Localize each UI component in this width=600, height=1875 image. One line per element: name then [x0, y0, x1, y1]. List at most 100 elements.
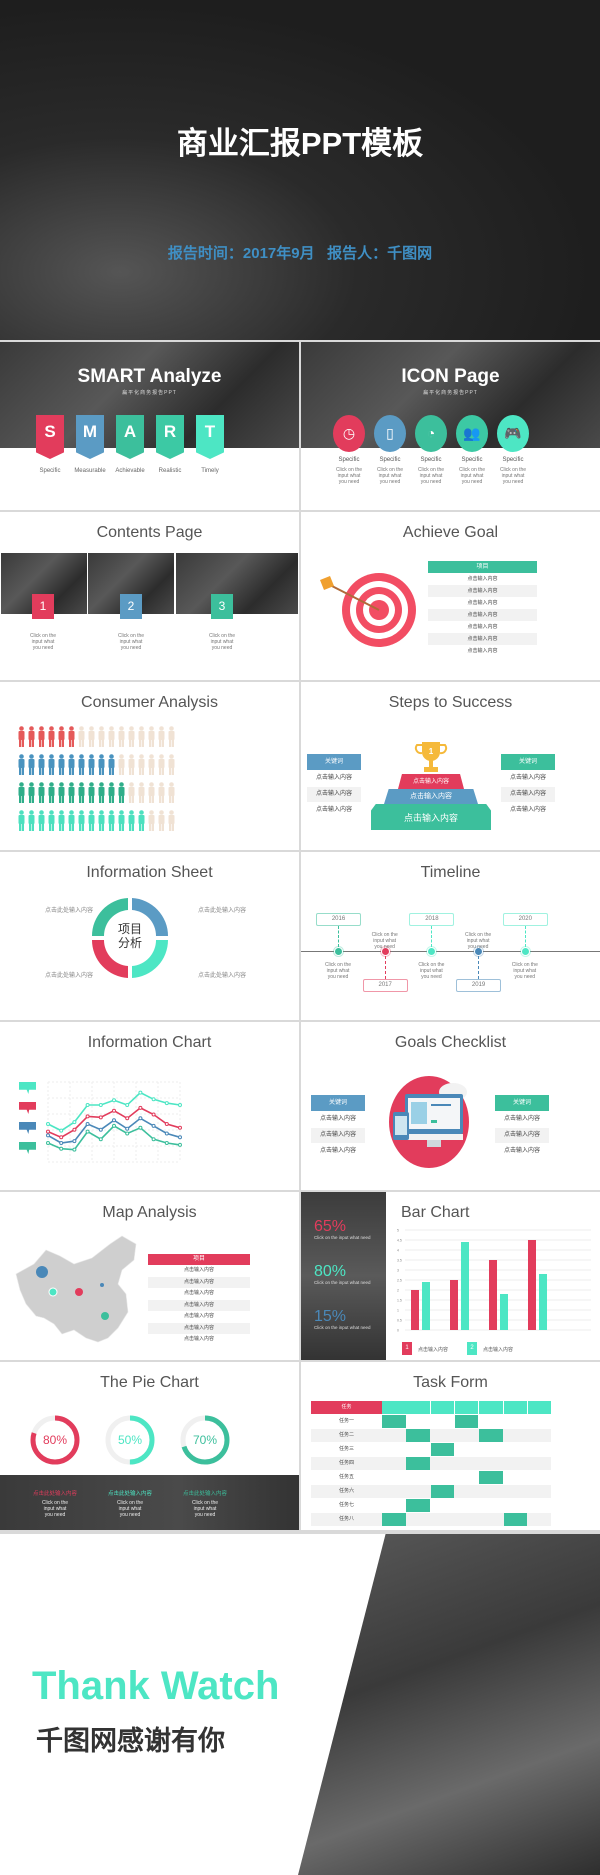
y-tick-label: 4: [397, 1249, 399, 1253]
contents-number-box: 2: [120, 594, 142, 619]
data-point: [112, 1118, 116, 1123]
keyword-row: 点击输入内容: [315, 807, 352, 813]
center-label-line: 项目: [117, 922, 142, 936]
keyword-row: 点击输入内容: [311, 1128, 365, 1143]
hero-subtitle: 报告时间：2017年9月 报告人：千图网: [167, 245, 433, 262]
data-point: [98, 1127, 103, 1132]
timeline-dot: [334, 947, 343, 956]
person-icon: [98, 726, 105, 747]
data-point: [46, 1141, 50, 1145]
person-icon: [148, 754, 155, 775]
person-icon: [168, 782, 175, 803]
timeline-connector: [478, 956, 480, 979]
person-icon: [38, 754, 45, 775]
data-point: [98, 1103, 103, 1107]
data-point: [46, 1129, 50, 1134]
slide-title: Timeline: [420, 864, 481, 881]
smart-label: Measurable: [74, 468, 106, 474]
slide-achieve-goal: Achieve Goal 项目 点击输入内容 点击输入内容 点击输入内容 点击输入内容…: [301, 512, 600, 680]
slide-bar-chart: 65% Click on the input what need 80% Click …: [301, 1192, 600, 1360]
icon-item-label: Specific: [461, 457, 483, 463]
slide-title: Task Form: [413, 1374, 488, 1391]
task-header-cell: [454, 1401, 479, 1414]
data-point: [151, 1137, 156, 1142]
person-icon: [148, 782, 155, 803]
task-header-cell: [406, 1401, 430, 1414]
timeline-text: Click on the input what you need: [324, 962, 352, 980]
person-icon: [28, 726, 35, 747]
data-point: [112, 1123, 116, 1128]
keyword-box-right: 关键词: [495, 1095, 549, 1111]
trophy-number: 1: [429, 747, 434, 756]
slide-consumer-analysis: Consumer Analysis: [0, 682, 299, 850]
task-cell-filled: [430, 1443, 455, 1456]
slide-subtitle: 扁平化商务报告PPT: [423, 390, 478, 396]
gamepad-icon: 🎮: [497, 415, 529, 452]
person-icon: [48, 754, 55, 775]
slide-contents-page: Contents Page 1 Click on the input what y…: [0, 512, 299, 680]
keyword-row: 点击输入内容: [319, 1148, 356, 1154]
map-table-row: 点击输入内容: [148, 1299, 250, 1311]
icon-item-text: Click on the input what you need: [335, 467, 363, 485]
task-cell-filled: [479, 1429, 503, 1442]
contents-number-box: 1: [32, 594, 54, 619]
icon-item-label: Specific: [379, 457, 401, 463]
trophy-icon: 1: [414, 742, 448, 772]
ending-slide: Thank Watch 千图网感谢有你: [0, 1534, 600, 1875]
line-chart: [46, 1081, 182, 1163]
flag-marker: [19, 1102, 36, 1114]
icon-item-text: Click on the input what you need: [458, 467, 486, 485]
task-cell-filled: [406, 1499, 430, 1512]
center-label-line: 分析: [117, 936, 142, 950]
data-point: [178, 1135, 182, 1140]
y-tick-label: 2.5: [397, 1279, 402, 1283]
task-name: 任务五: [338, 1474, 354, 1480]
person-icon: [118, 810, 125, 831]
task-header-cell: [479, 1401, 503, 1414]
task-header-cell: [382, 1401, 406, 1414]
person-icon: [158, 726, 165, 747]
stat-text: Click on the input what need: [314, 1235, 371, 1240]
person-icon: [78, 782, 85, 803]
slide-title: Contents Page: [96, 524, 203, 541]
data-point: [72, 1120, 77, 1125]
data-point: [85, 1122, 90, 1126]
smart-letter-box: S: [36, 415, 64, 459]
person-icon: [168, 726, 175, 747]
person-icon: [68, 726, 75, 747]
data-point: [151, 1112, 156, 1117]
person-icon: [48, 810, 55, 831]
contents-text: Click on the input what you need: [117, 633, 145, 651]
slide-title: The Pie Chart: [100, 1374, 199, 1391]
y-tick-label: 4.5: [397, 1239, 402, 1243]
ending-subtitle: 千图网感谢有你: [36, 1726, 225, 1756]
computer-devices-icon: [389, 1076, 469, 1168]
slide-title: Goals Checklist: [394, 1034, 507, 1051]
pie-item-heading: 点击此处输入内容: [107, 1491, 152, 1497]
slide-title: ICON Page: [401, 366, 500, 387]
smart-letter-box: M: [76, 415, 104, 459]
legend-label: 点击输入内容: [483, 1347, 514, 1353]
task-cell-filled: [454, 1415, 479, 1428]
donut-charts: 80% 50% 70%: [30, 1415, 230, 1465]
timeline-text: Click on the input what you need: [371, 932, 398, 950]
person-icon: [128, 754, 135, 775]
person-icon: [158, 754, 165, 775]
stat-text: Click on the input what need: [314, 1325, 371, 1330]
person-icon: [28, 754, 35, 775]
person-icon: [78, 810, 85, 831]
ending-photo: [298, 1534, 600, 1875]
data-point: [138, 1116, 143, 1121]
person-icon: [168, 754, 175, 775]
hero-title: 商业汇报PPT模板: [176, 126, 424, 161]
y-tick-label: 1: [397, 1309, 399, 1313]
person-icon: [28, 810, 35, 831]
goal-table-row: 点击输入内容: [428, 585, 537, 597]
timeline-text: Click on the input what you need: [511, 962, 538, 980]
data-point: [164, 1131, 169, 1136]
slide-title: Achieve Goal: [402, 524, 499, 541]
data-point: [178, 1125, 182, 1130]
legend-swatch: 2: [467, 1342, 477, 1355]
person-icon: [108, 754, 115, 775]
timeline-year-box: 2017: [362, 979, 408, 992]
